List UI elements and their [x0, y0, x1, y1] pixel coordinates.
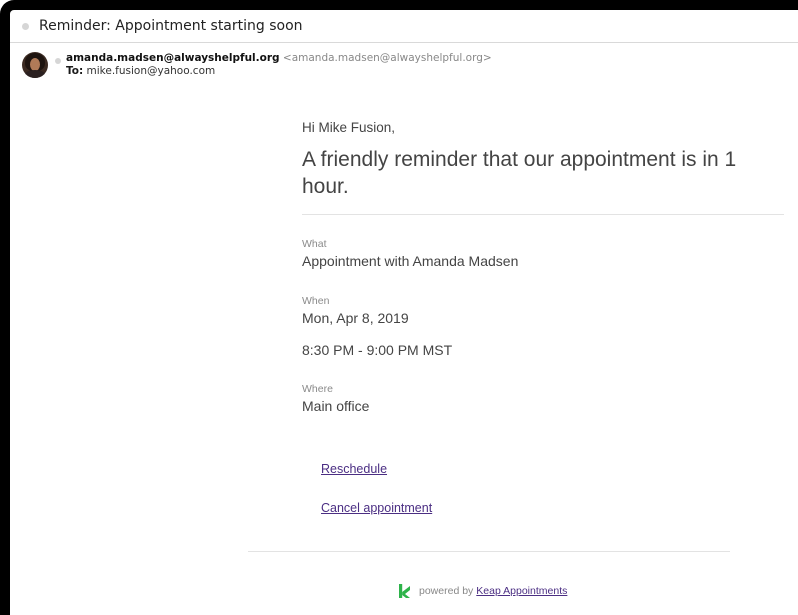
avatar[interactable] — [22, 52, 48, 78]
sender-address: <amanda.madsen@alwayshelpful.org> — [282, 52, 492, 64]
sender-header: amanda.madsen@alwayshelpful.org <amanda.… — [22, 52, 798, 88]
keap-logo-icon — [399, 584, 410, 598]
when-section: When Mon, Apr 8, 2019 8:30 PM - 9:00 PM … — [302, 295, 784, 358]
email-body: Hi Mike Fusion, A friendly reminder that… — [302, 120, 784, 414]
recipient-line: To: mike.fusion@yahoo.com — [66, 65, 215, 77]
action-links: Reschedule Cancel appointment — [321, 462, 432, 515]
when-label: When — [302, 295, 330, 307]
unread-dot-icon — [22, 22, 29, 30]
what-value: Appointment with Amanda Madsen — [302, 253, 519, 269]
to-label: To: — [66, 65, 84, 77]
powered-by-text: powered by — [419, 585, 474, 597]
recipient-address[interactable]: mike.fusion@yahoo.com — [87, 65, 216, 77]
sender-name[interactable]: amanda.madsen@alwayshelpful.org — [66, 52, 280, 64]
what-section: What Appointment with Amanda Madsen — [302, 238, 784, 269]
email-window: Reminder: Appointment starting soon aman… — [0, 0, 798, 615]
when-date: Mon, Apr 8, 2019 — [302, 310, 409, 326]
presence-dot-icon — [55, 58, 61, 64]
greeting: Hi Mike Fusion, — [302, 120, 396, 135]
when-time: 8:30 PM - 9:00 PM MST — [302, 342, 453, 358]
divider — [302, 214, 784, 215]
cancel-appointment-link[interactable]: Cancel appointment — [321, 501, 432, 515]
sender-line: amanda.madsen@alwayshelpful.org <amanda.… — [66, 52, 492, 64]
what-label: What — [302, 238, 327, 250]
subject-bar: Reminder: Appointment starting soon — [10, 10, 798, 43]
keap-appointments-link[interactable]: Keap Appointments — [476, 585, 567, 597]
where-section: Where Main office — [302, 383, 784, 414]
footer: powered by Keap Appointments — [399, 584, 567, 598]
email-subject: Reminder: Appointment starting soon — [39, 18, 303, 34]
where-label: Where — [302, 383, 333, 395]
headline: A friendly reminder that our appointment… — [302, 148, 737, 198]
reschedule-link[interactable]: Reschedule — [321, 462, 432, 476]
footer-divider — [248, 551, 730, 552]
where-value: Main office — [302, 398, 370, 414]
